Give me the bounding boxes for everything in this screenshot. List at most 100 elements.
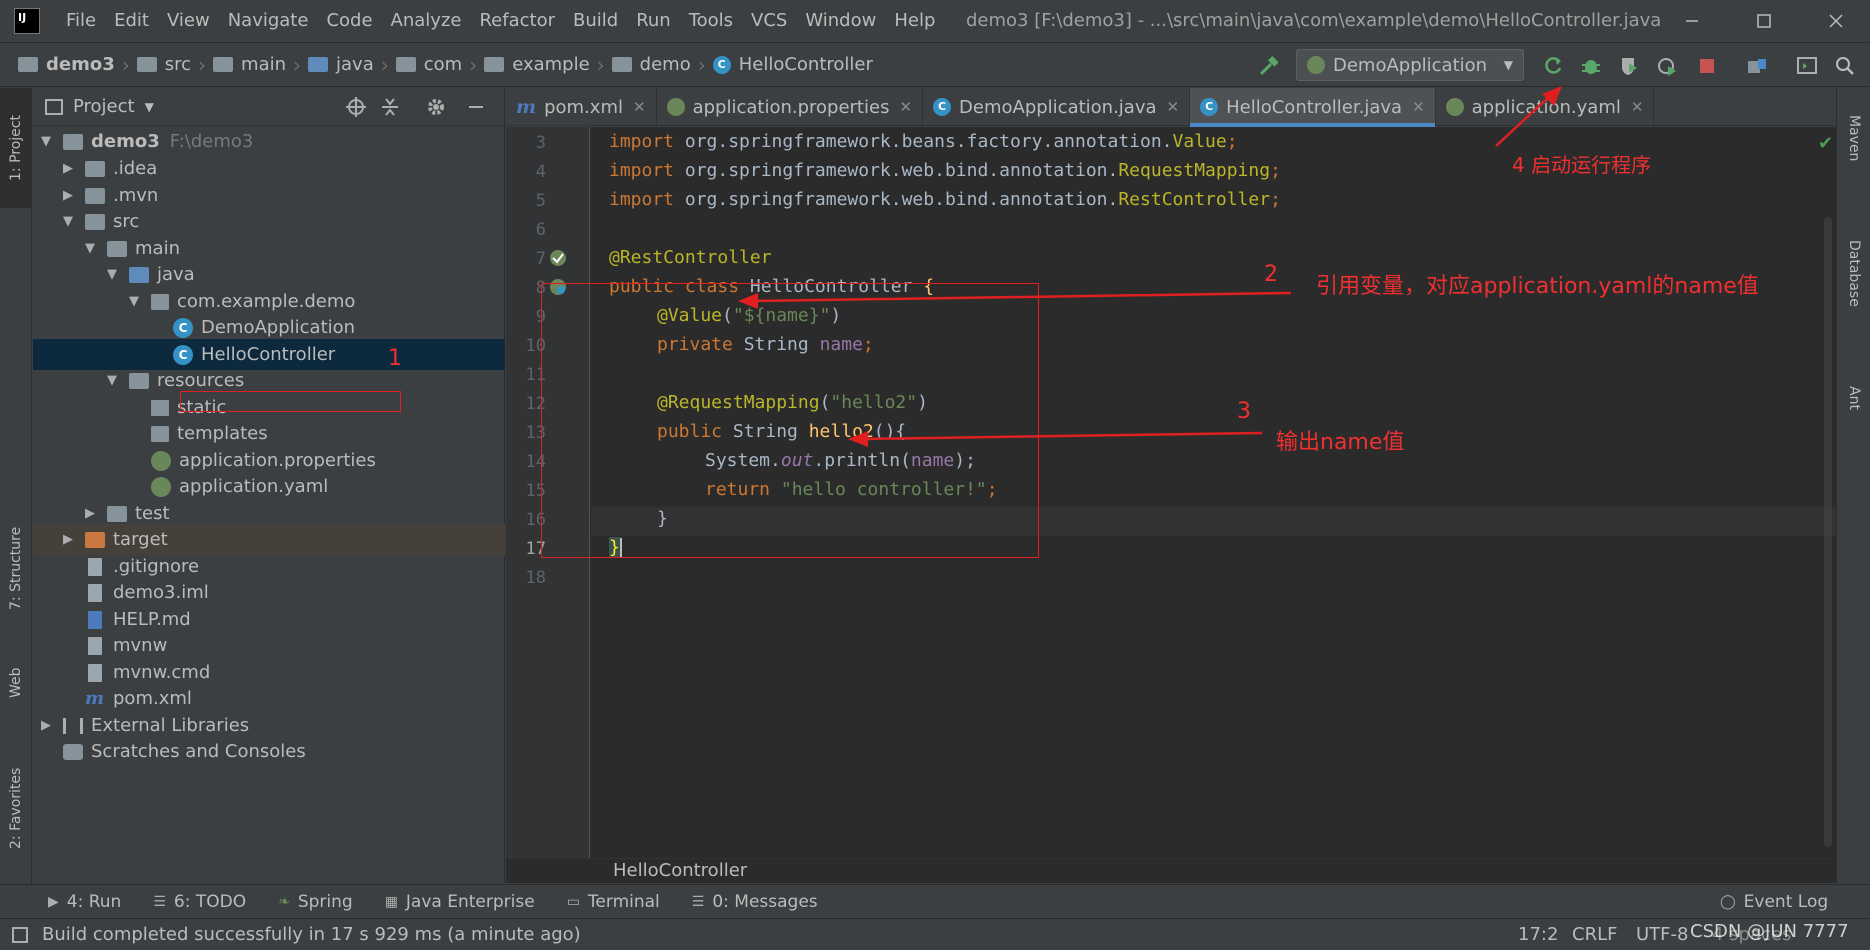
run-with-coverage-button[interactable] bbox=[1614, 51, 1644, 81]
close-tab-icon[interactable]: ✕ bbox=[1631, 98, 1644, 116]
debug-button[interactable] bbox=[1576, 51, 1606, 81]
menu-analyze[interactable]: Analyze bbox=[383, 0, 472, 42]
menu-tools[interactable]: Tools bbox=[681, 0, 743, 42]
java-enterprise-icon: ▦ bbox=[384, 893, 398, 910]
tool-todo[interactable]: ☰ 6: TODO bbox=[153, 892, 246, 912]
build-button[interactable] bbox=[1254, 51, 1284, 81]
collapse-arrow-icon[interactable]: ▶ bbox=[61, 532, 75, 547]
collapse-arrow-icon[interactable]: ▶ bbox=[83, 506, 97, 521]
tree-item-scratches[interactable]: Scratches and Consoles bbox=[33, 736, 505, 767]
menu-file[interactable]: File bbox=[58, 0, 106, 42]
tool-event-log[interactable]: ◯ Event Log bbox=[1720, 892, 1828, 912]
menu-help[interactable]: Help bbox=[886, 0, 945, 42]
annotation-4-text: 4 启动运行程序 bbox=[1512, 153, 1652, 177]
menu-code[interactable]: Code bbox=[318, 0, 382, 42]
collapse-arrow-icon[interactable]: ▶ bbox=[61, 161, 75, 176]
tool-tab-maven[interactable]: Maven bbox=[1837, 88, 1870, 188]
crumb-com[interactable]: com bbox=[395, 54, 462, 75]
tool-run[interactable]: ▶ 4: Run bbox=[48, 892, 121, 912]
tool-spring[interactable]: ❧ Spring bbox=[278, 892, 353, 912]
hide-panel-icon[interactable] bbox=[465, 96, 487, 118]
crumb-main[interactable]: main bbox=[213, 54, 286, 75]
spring-config-icon bbox=[151, 476, 171, 497]
tool-tab-ant[interactable]: Ant bbox=[1837, 358, 1870, 438]
menu-build[interactable]: Build bbox=[565, 0, 628, 42]
script-file-icon bbox=[88, 636, 102, 655]
class-icon: C bbox=[1200, 98, 1219, 116]
close-icon bbox=[1829, 14, 1843, 28]
menu-window[interactable]: Window bbox=[797, 0, 886, 42]
spring-bean-gutter-icon[interactable] bbox=[548, 248, 568, 268]
crumb-hellocontroller[interactable]: C HelloController bbox=[712, 54, 873, 75]
crumb-src[interactable]: src bbox=[136, 54, 191, 75]
caret-position[interactable]: 17:2 bbox=[1518, 924, 1558, 945]
tool-messages[interactable]: ☰ 0: Messages bbox=[692, 892, 818, 912]
tab-hellocontroller-java[interactable]: C HelloController.java ✕ bbox=[1190, 88, 1436, 127]
close-window-button[interactable] bbox=[1816, 0, 1856, 42]
window-title: demo3 [F:\demo3] - ...\src\main\java\com… bbox=[966, 10, 1662, 31]
tool-java-enterprise[interactable]: ▦ Java Enterprise bbox=[385, 892, 535, 912]
collapse-all-icon[interactable] bbox=[379, 96, 401, 118]
crumb-demo3[interactable]: demo3 bbox=[18, 54, 115, 75]
expand-arrow-icon[interactable]: ▼ bbox=[127, 294, 141, 309]
inspection-ok-icon[interactable]: ✔ bbox=[1818, 133, 1833, 154]
close-tab-icon[interactable]: ✕ bbox=[633, 98, 646, 116]
menu-run[interactable]: Run bbox=[628, 0, 681, 42]
run-configuration-select[interactable]: DemoApplication ▼ bbox=[1296, 49, 1524, 81]
tool-terminal[interactable]: ▭ Terminal bbox=[567, 892, 660, 912]
close-tab-icon[interactable]: ✕ bbox=[1167, 98, 1180, 116]
menu-navigate[interactable]: Navigate bbox=[220, 0, 319, 42]
line-number: 12 bbox=[525, 394, 546, 414]
search-everywhere-button[interactable] bbox=[1830, 51, 1860, 81]
tool-tab-favorites[interactable]: 2: Favorites bbox=[0, 743, 32, 873]
tool-tab-project[interactable]: 1: Project bbox=[0, 88, 32, 208]
stop-button[interactable] bbox=[1692, 51, 1722, 81]
tab-demoapplication-java[interactable]: C DemoApplication.java ✕ bbox=[923, 88, 1191, 126]
rerun-button[interactable] bbox=[1538, 51, 1568, 81]
spring-config-icon bbox=[666, 98, 685, 116]
project-view-selector[interactable]: Project bbox=[73, 96, 135, 117]
tool-tab-structure[interactable]: 7: Structure bbox=[0, 513, 32, 623]
menu-edit[interactable]: Edit bbox=[106, 0, 159, 42]
module-file-icon bbox=[88, 583, 102, 602]
expand-arrow-icon[interactable]: ▼ bbox=[61, 214, 75, 229]
tab-pom-xml[interactable]: m pom.xml ✕ bbox=[506, 88, 657, 126]
expand-arrow-icon[interactable]: ▼ bbox=[105, 373, 119, 388]
tool-tab-web[interactable]: Web bbox=[0, 648, 32, 718]
code-editor[interactable]: 3 4 5 6 7 8 9 10 11 12 13 14 15 16 17 18… bbox=[506, 127, 1836, 858]
minimize-button[interactable] bbox=[1672, 0, 1712, 42]
run-anything-button[interactable] bbox=[1792, 51, 1822, 81]
crumb-separator: › bbox=[469, 52, 478, 77]
expand-arrow-icon[interactable]: ▼ bbox=[105, 267, 119, 282]
close-tab-icon[interactable]: ✕ bbox=[1412, 98, 1425, 116]
expand-arrow-icon[interactable]: ▼ bbox=[83, 241, 97, 256]
package-icon bbox=[484, 57, 505, 72]
crumb-java[interactable]: java bbox=[308, 54, 374, 75]
tool-tab-database[interactable]: Database bbox=[1837, 208, 1870, 338]
crumb-demo[interactable]: demo bbox=[611, 54, 691, 75]
tab-application-properties[interactable]: application.properties ✕ bbox=[657, 88, 924, 126]
chevron-down-icon[interactable]: ▼ bbox=[145, 100, 154, 114]
maven-icon: m bbox=[516, 96, 537, 118]
file-encoding[interactable]: UTF-8 bbox=[1636, 924, 1688, 945]
collapse-arrow-icon[interactable]: ▶ bbox=[39, 718, 53, 733]
tool-windows-toggle-icon[interactable] bbox=[12, 926, 28, 943]
maximize-button[interactable] bbox=[1744, 0, 1784, 42]
editor-scrollbar[interactable] bbox=[1824, 217, 1832, 847]
menu-vcs[interactable]: VCS bbox=[743, 0, 797, 42]
menu-refactor[interactable]: Refactor bbox=[471, 0, 565, 42]
crumb-example[interactable]: example bbox=[484, 54, 590, 75]
collapse-arrow-icon[interactable]: ▶ bbox=[61, 188, 75, 203]
status-message[interactable]: Build completed successfully in 17 s 929… bbox=[42, 924, 581, 945]
close-tab-icon[interactable]: ✕ bbox=[899, 98, 912, 116]
editor-breadcrumb[interactable]: HelloController bbox=[506, 858, 1836, 883]
line-separator[interactable]: CRLF bbox=[1572, 924, 1617, 945]
project-structure-button[interactable] bbox=[1742, 51, 1772, 81]
menu-view[interactable]: View bbox=[159, 0, 220, 42]
terminal-window-icon bbox=[1797, 57, 1817, 74]
profile-button[interactable] bbox=[1652, 51, 1682, 81]
code-line-3: import org.springframework.beans.factory… bbox=[609, 131, 1238, 152]
locate-file-icon[interactable] bbox=[345, 96, 367, 118]
gear-icon[interactable] bbox=[425, 96, 447, 118]
expand-arrow-icon[interactable]: ▼ bbox=[39, 134, 53, 149]
